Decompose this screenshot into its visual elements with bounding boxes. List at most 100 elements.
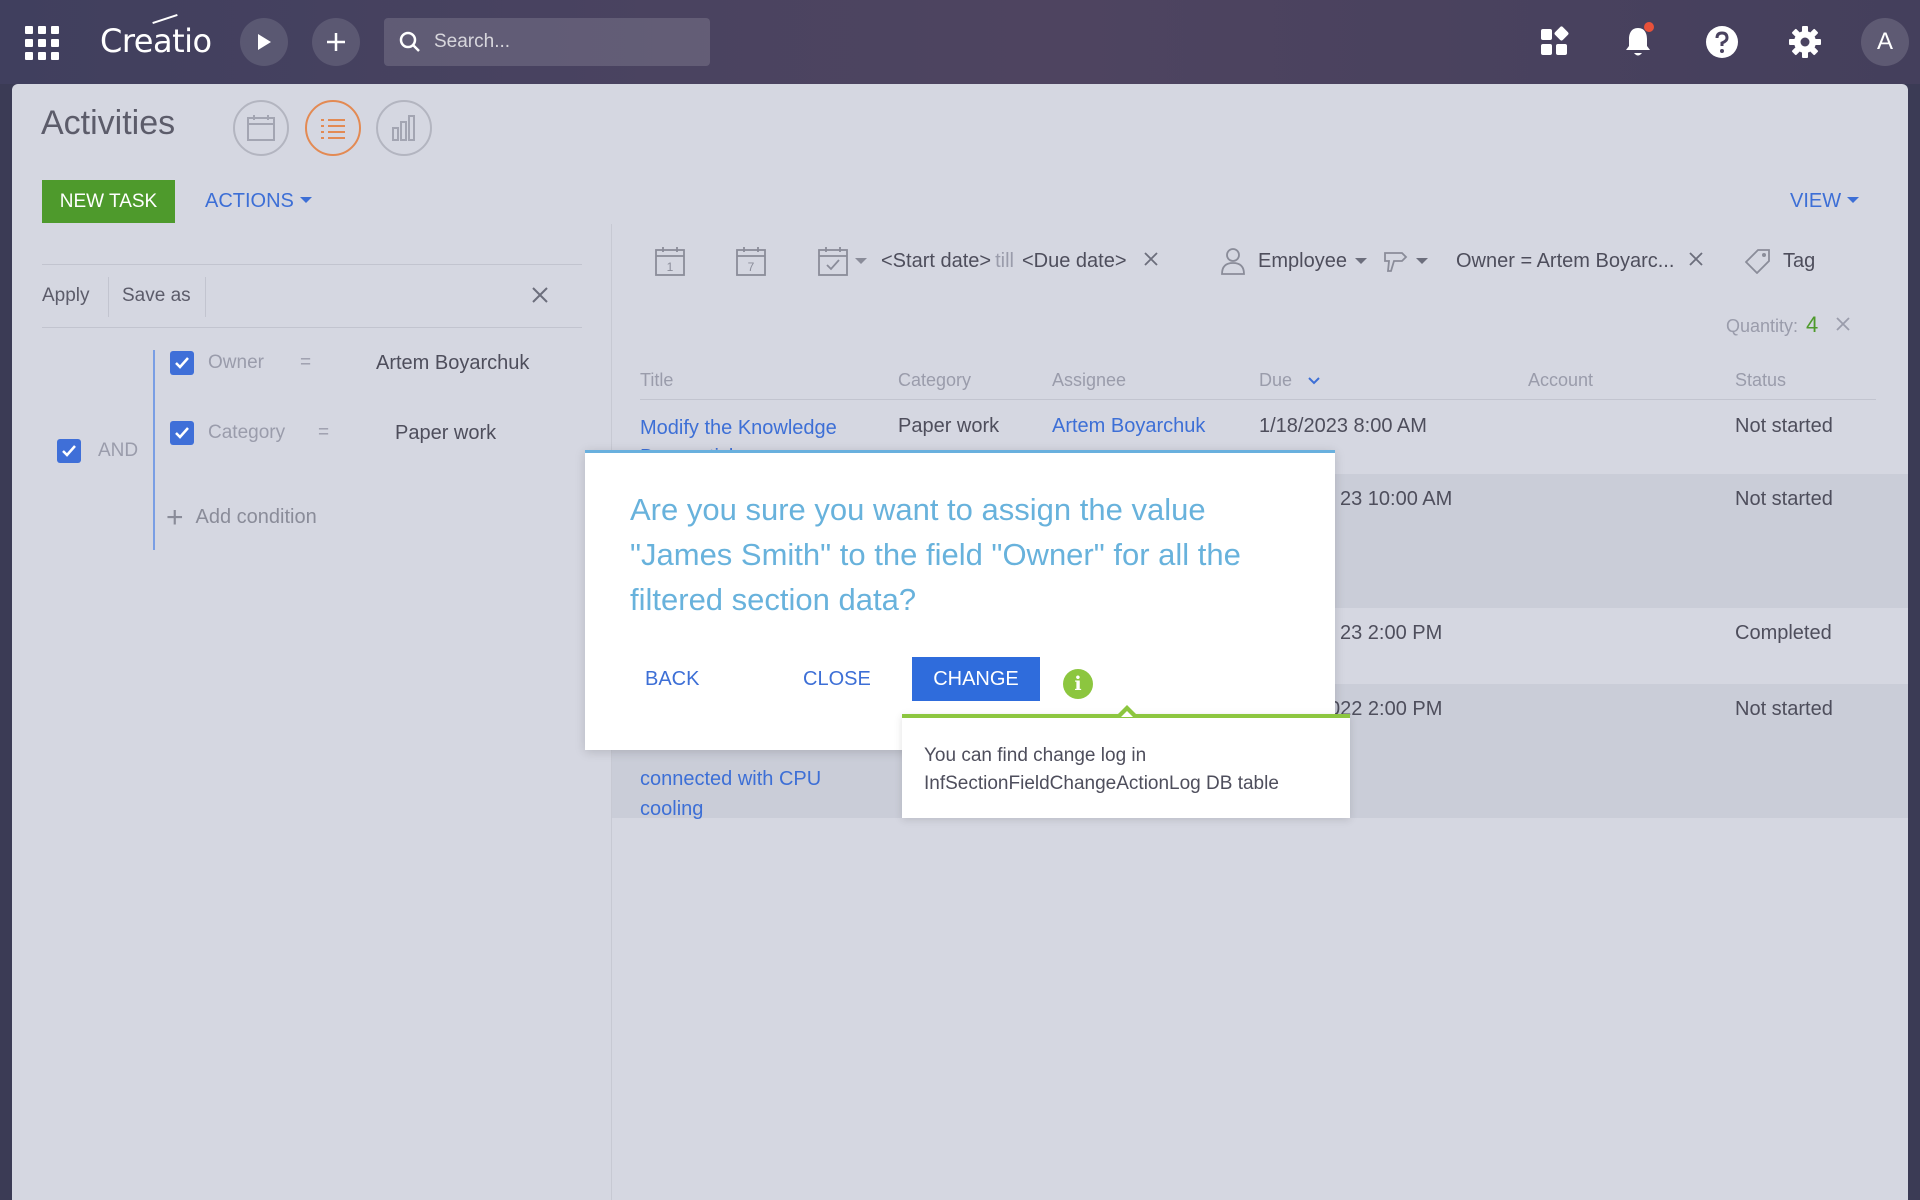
widgets-icon	[1541, 26, 1569, 55]
row-title[interactable]: Modify the KnowledgeBase article	[640, 414, 870, 454]
row-status: Completed	[1735, 622, 1832, 644]
plus-icon	[327, 33, 345, 51]
condition-operator[interactable]: =	[300, 352, 311, 374]
view-menu-button[interactable]: VIEW	[1790, 190, 1860, 213]
row-assignee[interactable]: Artem Boyarchuk	[1052, 415, 1205, 438]
info-icon[interactable]: i	[1063, 669, 1093, 699]
actions-menu-button[interactable]: ACTIONS	[205, 190, 312, 213]
add-condition-button[interactable]: + Add condition	[166, 500, 317, 534]
notification-dot	[1644, 22, 1654, 32]
condition-field[interactable]: Owner	[208, 352, 264, 374]
list-view-icon	[321, 119, 345, 139]
owner-filter-label: Owner = Artem Boyarc...	[1456, 249, 1675, 272]
close-button[interactable]: CLOSE	[803, 657, 871, 701]
condition-value[interactable]: Artem Boyarchuk	[376, 352, 529, 375]
condition-operator[interactable]: =	[318, 422, 329, 444]
notifications-button[interactable]	[1616, 20, 1660, 64]
help-icon	[1706, 26, 1738, 58]
row-category: Paper work	[898, 415, 1000, 437]
help-button[interactable]	[1700, 20, 1744, 64]
tooltip-line1: You can find change log in	[924, 745, 1147, 766]
row-title[interactable]: connected with CPU cooling	[640, 764, 821, 824]
tag-icon	[1745, 249, 1770, 274]
close-icon	[532, 287, 548, 303]
row-title-line1: connected with CPU	[640, 768, 822, 790]
change-button[interactable]: CHANGE	[912, 657, 1040, 701]
quantity-value: 4	[1806, 312, 1819, 337]
add-button[interactable]	[312, 18, 360, 66]
period-filter[interactable]: <Start date> till <Due date>	[817, 242, 1159, 280]
add-condition-label: Add condition	[195, 506, 317, 528]
creatio-logo[interactable]: Creatio	[100, 14, 212, 60]
widgets-button[interactable]	[1532, 20, 1576, 64]
thumb-icon	[1384, 252, 1408, 272]
tag-filter[interactable]: Tag	[1745, 242, 1815, 280]
row-title-line1: Modify the Knowledge	[640, 417, 837, 439]
row-due: 23 2:00 PM	[1340, 622, 1443, 644]
clear-period-button[interactable]	[1143, 250, 1159, 273]
logo-text: Creatio	[100, 22, 212, 60]
week-filter-button[interactable]: 7	[735, 242, 767, 280]
tooltip-line2: InfSectionFieldChangeActionLog DB table	[924, 773, 1279, 794]
quantity-label: Quantity:	[1726, 316, 1799, 336]
column-assignee[interactable]: Assignee	[1052, 370, 1126, 391]
row-status: Not started	[1735, 698, 1833, 720]
group-operator[interactable]: AND	[98, 440, 138, 462]
apply-filter-button[interactable]: Apply	[42, 285, 90, 307]
owner-role-filter[interactable]	[1382, 242, 1428, 280]
chart-view-icon	[392, 115, 415, 141]
remove-owner-filter-button[interactable]	[1688, 250, 1704, 273]
column-category[interactable]: Category	[898, 370, 971, 391]
analytics-view-button[interactable]	[376, 100, 432, 156]
row-due: 1/18/2023 8:00 AM	[1259, 415, 1427, 437]
grid-header: Title Category Assignee Due Account Stat…	[640, 364, 1876, 400]
advanced-filter-toolbar: Apply Save as	[42, 264, 582, 328]
owner-filter-tag[interactable]: Owner = Artem Boyarc...	[1456, 242, 1704, 280]
quantity-indicator: Quantity: 4	[1726, 312, 1851, 338]
chevron-down-icon	[299, 197, 312, 203]
calendar-check-icon	[818, 247, 848, 276]
plus-icon: +	[166, 500, 184, 534]
dialog-message: Are you sure you want to assign the valu…	[630, 492, 1241, 617]
column-due[interactable]: Due	[1259, 370, 1321, 391]
confirm-dialog: Are you sure you want to assign the valu…	[585, 450, 1335, 750]
employee-filter[interactable]: Employee	[1220, 242, 1367, 280]
group-checkbox[interactable]	[57, 439, 81, 463]
user-avatar[interactable]: A	[1861, 18, 1909, 66]
period-dropdown[interactable]	[817, 245, 867, 277]
calendar-view-button[interactable]	[233, 100, 289, 156]
person-icon	[1221, 248, 1245, 275]
run-process-button[interactable]	[240, 18, 288, 66]
calendar-day-number: 1	[667, 260, 674, 274]
actions-label: ACTIONS	[205, 190, 294, 212]
close-icon	[1836, 317, 1850, 331]
column-status[interactable]: Status	[1735, 370, 1786, 391]
search-input[interactable]	[434, 31, 694, 53]
global-search[interactable]	[384, 18, 710, 66]
tag-label: Tag	[1783, 249, 1816, 272]
apps-grid-icon[interactable]	[25, 26, 59, 60]
play-icon	[258, 34, 271, 50]
save-as-button[interactable]: Save as	[122, 285, 191, 307]
settings-button[interactable]	[1783, 20, 1827, 64]
new-task-button[interactable]: NEW TASK	[42, 180, 175, 223]
today-filter-button[interactable]: 1	[654, 242, 686, 280]
checkbox-checked-icon	[175, 427, 189, 439]
clear-quantity-button[interactable]	[1835, 316, 1851, 336]
condition-category-checkbox[interactable]	[170, 421, 194, 445]
column-title[interactable]: Title	[640, 370, 673, 391]
employee-label: Employee	[1258, 249, 1347, 272]
info-tooltip: You can find change log in InfSectionFie…	[902, 705, 1350, 818]
gear-icon	[1789, 26, 1821, 58]
close-filter-button[interactable]	[530, 285, 550, 310]
list-view-button[interactable]	[305, 100, 361, 156]
condition-value[interactable]: Paper work	[395, 422, 496, 445]
due-date-value[interactable]: <Due date>	[1022, 250, 1127, 273]
column-account[interactable]: Account	[1528, 370, 1593, 391]
start-date-value[interactable]: <Start date>	[881, 250, 991, 273]
condition-field[interactable]: Category	[208, 422, 285, 444]
search-icon	[399, 31, 420, 52]
page-title: Activities	[41, 104, 176, 142]
condition-owner-checkbox[interactable]	[170, 351, 194, 375]
back-button[interactable]: BACK	[645, 657, 699, 701]
